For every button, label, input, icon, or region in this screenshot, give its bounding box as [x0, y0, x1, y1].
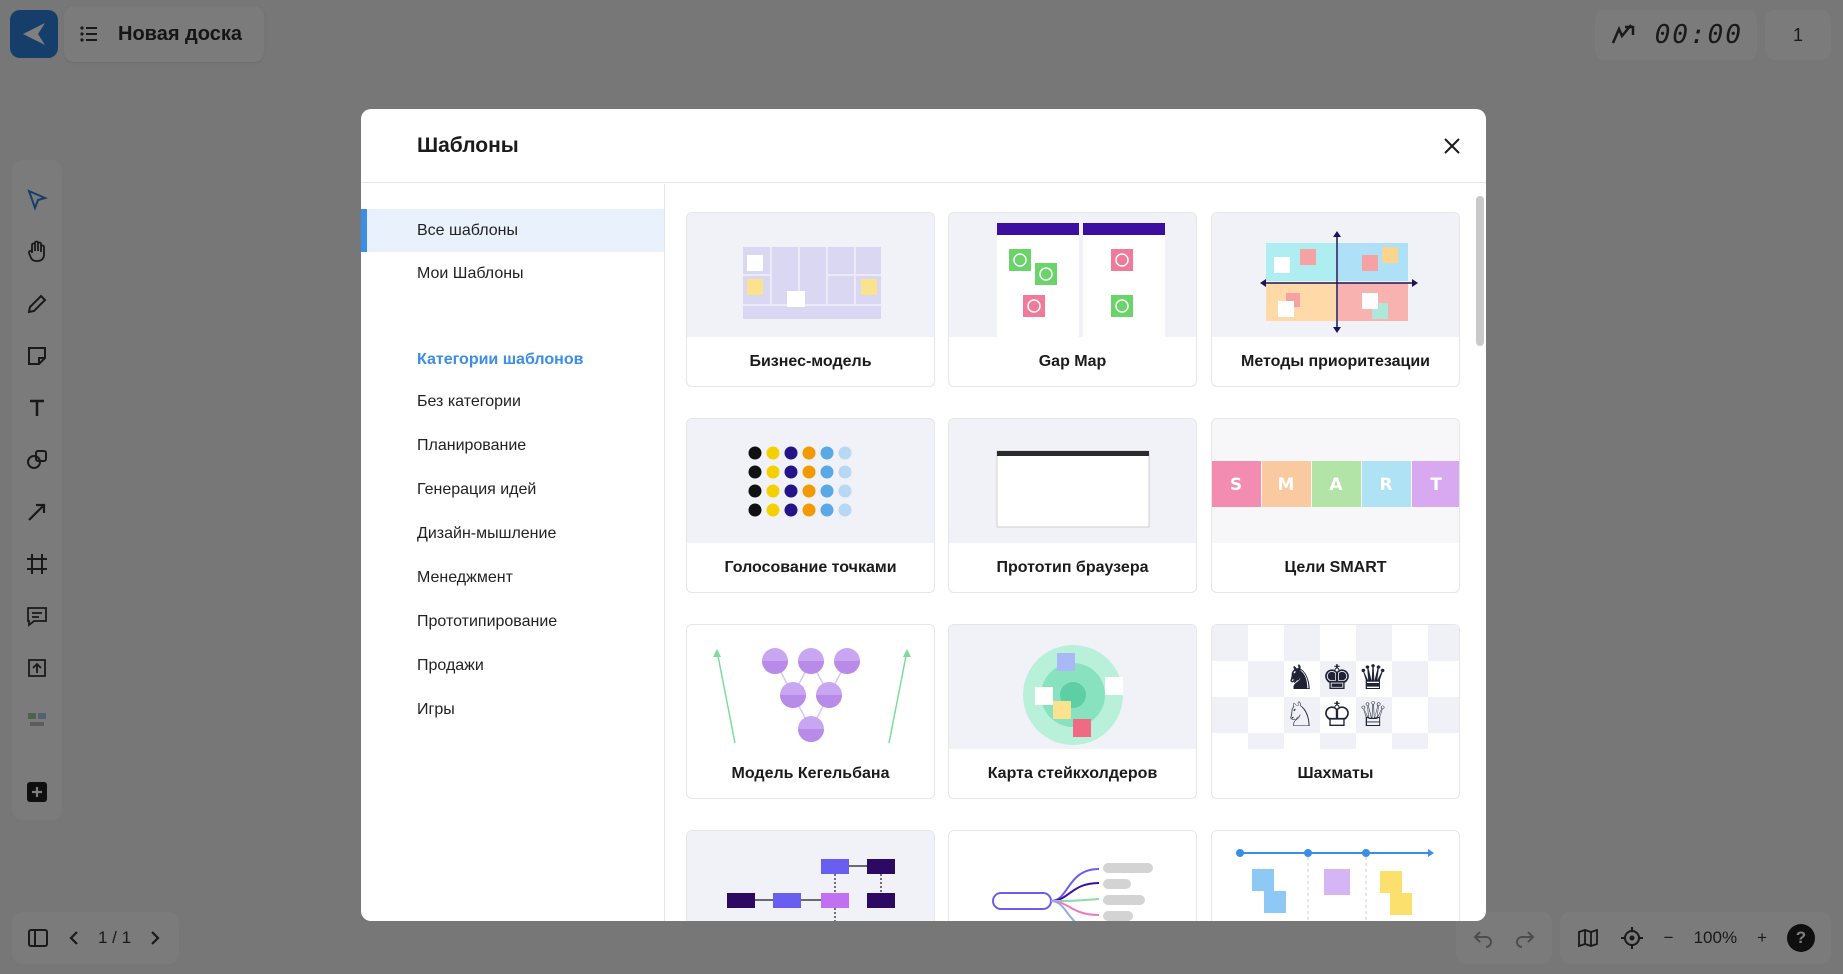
template-thumbnail	[949, 419, 1196, 543]
vote-dot	[784, 465, 798, 479]
template-thumbnail	[1212, 831, 1459, 921]
template-label: Бизнес-модель	[749, 353, 872, 370]
chess-square	[1248, 733, 1284, 749]
template-thumbnail	[687, 625, 934, 749]
template-thumbnail	[687, 831, 934, 921]
vote-dot	[802, 503, 816, 517]
template-thumbnail	[949, 831, 1196, 921]
chess-square	[1356, 625, 1392, 661]
template-thumbnail: S M A R T	[1212, 419, 1459, 543]
category-no-category[interactable]: Без категории	[361, 380, 664, 424]
vote-dot	[838, 503, 852, 517]
chess-square	[1428, 697, 1459, 733]
template-card-kanban[interactable]	[1211, 830, 1460, 921]
template-label: Прототип браузера	[996, 559, 1149, 576]
template-thumbnail	[687, 213, 934, 337]
template-thumbnail	[1212, 213, 1459, 337]
vote-dot	[766, 503, 780, 517]
smart-letter-r: R	[1379, 475, 1392, 495]
modal-title: Шаблоны	[417, 133, 519, 157]
chess-square	[1428, 625, 1459, 661]
category-games[interactable]: Игры	[361, 688, 664, 732]
smart-letter-t: T	[1430, 475, 1442, 495]
category-management[interactable]: Менеджмент	[361, 556, 664, 600]
scrollbar[interactable]	[1476, 196, 1484, 346]
smart-letter-s: S	[1230, 475, 1242, 495]
vote-dot	[784, 446, 798, 460]
vote-dot	[748, 446, 762, 460]
svg-text:♞: ♞	[1285, 658, 1315, 698]
template-thumbnail	[949, 625, 1196, 749]
vote-dot	[766, 484, 780, 498]
vote-dot	[820, 465, 834, 479]
vote-dot	[784, 503, 798, 517]
category-planning[interactable]: Планирование	[361, 424, 664, 468]
vote-dot	[748, 484, 762, 498]
template-card-business-model[interactable]: Бизнес-модель	[686, 212, 935, 387]
svg-text:♕: ♕	[1358, 695, 1388, 735]
templates-grid: Бизнес-модель Gap Map Методы приоритезац…	[666, 184, 1486, 921]
template-label: Голосование точками	[724, 559, 897, 576]
chess-square	[1212, 697, 1248, 733]
category-prototyping[interactable]: Прототипирование	[361, 600, 664, 644]
template-card-gap-map[interactable]: Gap Map	[948, 212, 1197, 387]
smart-letter-m: M	[1278, 475, 1295, 495]
sidebar-item-all-templates[interactable]: Все шаблоны	[361, 209, 664, 252]
svg-text:♔: ♔	[1322, 695, 1352, 735]
template-label: Модель Кегельбана	[731, 765, 890, 782]
chess-square	[1212, 625, 1248, 661]
chess-square	[1248, 661, 1284, 697]
vote-dot	[802, 446, 816, 460]
svg-text:♚: ♚	[1322, 658, 1352, 698]
template-card-browser-prototype[interactable]: Прототип браузера	[948, 418, 1197, 593]
template-card-chess[interactable]: ♞ ♚ ♛ ♘ ♔ ♕ Шахматы	[1211, 624, 1460, 799]
close-button[interactable]	[1440, 134, 1464, 158]
vote-dot	[784, 484, 798, 498]
category-sales[interactable]: Продажи	[361, 644, 664, 688]
vote-dot	[838, 484, 852, 498]
template-card-mind-map[interactable]	[948, 830, 1197, 921]
template-label: Карта стейкхолдеров	[987, 765, 1158, 782]
template-card-stakeholder-map[interactable]: Карта стейкхолдеров	[948, 624, 1197, 799]
vote-dot	[766, 465, 780, 479]
template-card-prioritization[interactable]: Методы приоритезации	[1211, 212, 1460, 387]
sidebar-item-my-templates[interactable]: Мои Шаблоны	[361, 252, 664, 295]
template-card-flowchart[interactable]	[686, 830, 935, 921]
template-label: Методы приоритезации	[1240, 353, 1430, 370]
template-thumbnail	[949, 213, 1196, 337]
template-thumbnail	[687, 419, 934, 543]
category-ideation[interactable]: Генерация идей	[361, 468, 664, 512]
vote-dot	[766, 446, 780, 460]
modal-header: Шаблоны	[361, 109, 1486, 183]
template-card-bowling-model[interactable]: Модель Кегельбана	[686, 624, 935, 799]
chess-square	[1392, 733, 1428, 749]
close-icon	[1444, 138, 1460, 154]
template-thumbnail: ♞ ♚ ♛ ♘ ♔ ♕	[1212, 625, 1459, 749]
vote-dot	[802, 465, 816, 479]
vote-dot	[820, 446, 834, 460]
svg-text:♘: ♘	[1285, 695, 1315, 735]
template-card-smart-goals[interactable]: S M A R T Цели SMART	[1211, 418, 1460, 593]
chess-square	[1284, 625, 1320, 661]
vote-dot	[838, 446, 852, 460]
template-label: Шахматы	[1297, 765, 1374, 782]
templates-sidebar: Все шаблоны Мои Шаблоны Категории шаблон…	[361, 184, 665, 921]
vote-dot	[748, 503, 762, 517]
svg-text:♛: ♛	[1358, 658, 1388, 698]
chess-square	[1320, 733, 1356, 749]
template-card-dot-voting[interactable]: Голосование точками	[686, 418, 935, 593]
template-label: Цели SMART	[1284, 559, 1387, 576]
vote-dot	[802, 484, 816, 498]
category-design-thinking[interactable]: Дизайн-мышление	[361, 512, 664, 556]
vote-dot	[820, 503, 834, 517]
vote-dot	[838, 465, 852, 479]
templates-modal: Шаблоны Все шаблоны Мои Шаблоны Категори…	[361, 109, 1486, 921]
chess-square	[1392, 661, 1428, 697]
template-label: Gap Map	[1038, 353, 1107, 370]
categories-heading: Категории шаблонов	[417, 351, 584, 368]
smart-letter-a: A	[1329, 475, 1343, 495]
vote-dot	[748, 465, 762, 479]
vote-dot	[820, 484, 834, 498]
